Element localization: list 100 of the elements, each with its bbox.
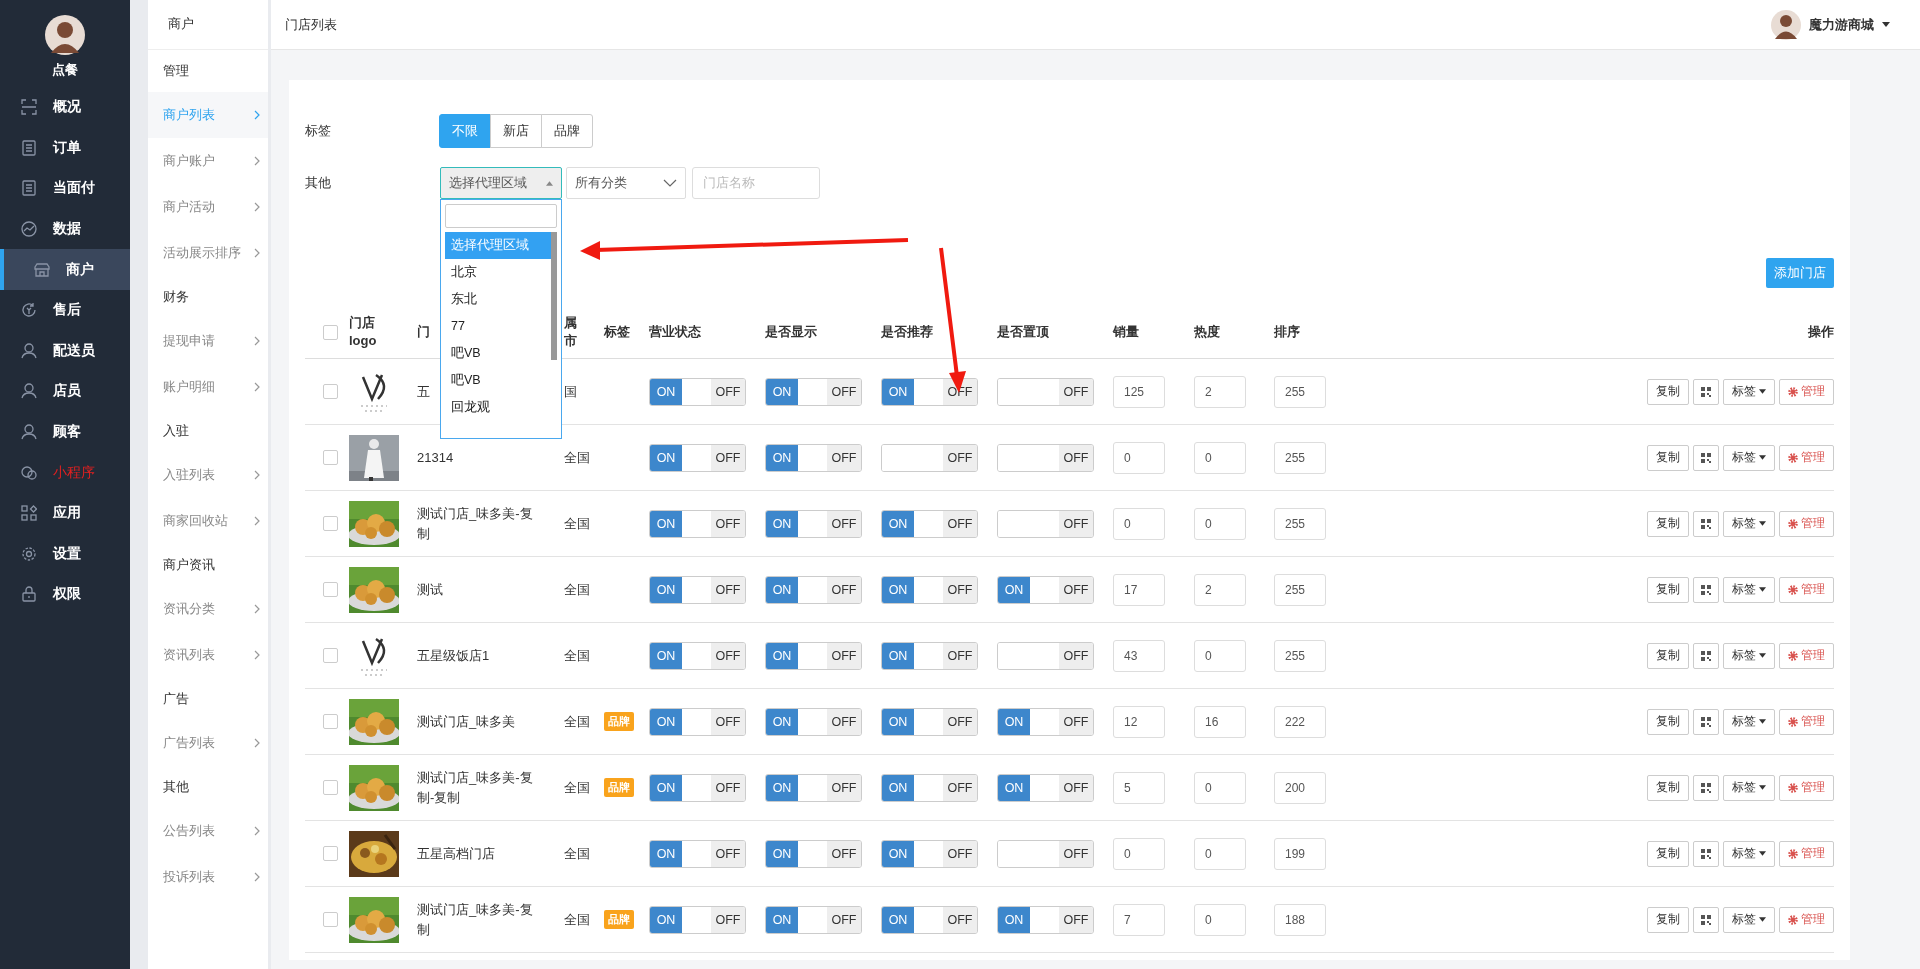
copy-button[interactable]: 复制 bbox=[1647, 510, 1689, 537]
checkbox[interactable] bbox=[323, 780, 338, 795]
sales-field[interactable]: 125 bbox=[1113, 375, 1165, 408]
popularity-field[interactable]: 2 bbox=[1194, 573, 1246, 606]
manage-button[interactable]: 管理 bbox=[1779, 906, 1834, 933]
copy-button[interactable]: 复制 bbox=[1647, 840, 1689, 867]
sort-field[interactable]: 199 bbox=[1274, 837, 1326, 870]
copy-button[interactable]: 复制 bbox=[1647, 774, 1689, 801]
toggle-switch[interactable]: ON OFF bbox=[649, 443, 746, 472]
nav-item[interactable]: 售后 bbox=[0, 289, 130, 331]
toggle-switch[interactable]: ON OFF bbox=[997, 905, 1094, 934]
toggle-switch[interactable]: ON OFF bbox=[881, 839, 978, 868]
tag-dropdown-button[interactable]: 标签 bbox=[1723, 774, 1775, 801]
qr-code-button[interactable] bbox=[1693, 378, 1719, 405]
sort-field[interactable]: 200 bbox=[1274, 771, 1326, 804]
copy-button[interactable]: 复制 bbox=[1647, 906, 1689, 933]
toggle-switch[interactable]: OFF bbox=[997, 509, 1094, 538]
dropdown-option[interactable]: 吧VB bbox=[445, 367, 551, 394]
nav-item[interactable]: 订单 bbox=[0, 127, 130, 169]
manage-button[interactable]: 管理 bbox=[1779, 642, 1834, 669]
tag-dropdown-button[interactable]: 标签 bbox=[1723, 444, 1775, 471]
popularity-field[interactable]: 0 bbox=[1194, 771, 1246, 804]
submenu-item[interactable]: 公告列表 bbox=[148, 808, 268, 854]
toggle-switch[interactable]: OFF bbox=[997, 377, 1094, 406]
toggle-switch[interactable]: ON OFF bbox=[881, 575, 978, 604]
nav-item[interactable]: 应用 bbox=[0, 492, 130, 534]
toggle-switch[interactable]: OFF bbox=[997, 443, 1094, 472]
manage-button[interactable]: 管理 bbox=[1779, 510, 1834, 537]
sales-field[interactable]: 12 bbox=[1113, 705, 1165, 738]
toggle-switch[interactable]: ON OFF bbox=[881, 905, 978, 934]
nav-item[interactable]: 权限 bbox=[0, 574, 130, 615]
toggle-switch[interactable]: ON OFF bbox=[649, 641, 746, 670]
nav-item[interactable]: 当面付 bbox=[0, 168, 130, 209]
sales-field[interactable]: 0 bbox=[1113, 441, 1165, 474]
qr-code-button[interactable] bbox=[1693, 906, 1719, 933]
checkbox[interactable] bbox=[323, 846, 338, 861]
sales-field[interactable]: 0 bbox=[1113, 507, 1165, 540]
toggle-switch[interactable]: ON OFF bbox=[649, 377, 746, 406]
checkbox[interactable] bbox=[323, 582, 338, 597]
submenu-item[interactable]: 商家回收站 bbox=[148, 498, 268, 544]
nav-item[interactable]: 设置 bbox=[0, 533, 130, 575]
toggle-switch[interactable]: ON OFF bbox=[765, 575, 862, 604]
tag-dropdown-button[interactable]: 标签 bbox=[1723, 708, 1775, 735]
toggle-switch[interactable]: ON OFF bbox=[649, 707, 746, 736]
qr-code-button[interactable] bbox=[1693, 510, 1719, 537]
toggle-switch[interactable]: ON OFF bbox=[997, 707, 1094, 736]
popularity-field[interactable]: 0 bbox=[1194, 903, 1246, 936]
toggle-switch[interactable]: OFF bbox=[997, 641, 1094, 670]
toggle-switch[interactable]: OFF bbox=[881, 443, 978, 472]
toggle-switch[interactable]: ON OFF bbox=[765, 641, 862, 670]
checkbox[interactable] bbox=[323, 648, 338, 663]
sales-field[interactable]: 43 bbox=[1113, 639, 1165, 672]
sort-field[interactable]: 255 bbox=[1274, 573, 1326, 606]
toggle-switch[interactable]: ON OFF bbox=[765, 509, 862, 538]
copy-button[interactable]: 复制 bbox=[1647, 708, 1689, 735]
dropdown-option[interactable]: 77 bbox=[445, 313, 551, 340]
toggle-switch[interactable]: ON OFF bbox=[881, 509, 978, 538]
toggle-switch[interactable]: ON OFF bbox=[881, 773, 978, 802]
sort-field[interactable]: 222 bbox=[1274, 705, 1326, 738]
toggle-switch[interactable]: OFF bbox=[997, 839, 1094, 868]
qr-code-button[interactable] bbox=[1693, 708, 1719, 735]
submenu-item[interactable]: 资讯列表 bbox=[148, 632, 268, 678]
tag-dropdown-button[interactable]: 标签 bbox=[1723, 576, 1775, 603]
sort-field[interactable]: 255 bbox=[1274, 507, 1326, 540]
popularity-field[interactable]: 0 bbox=[1194, 837, 1246, 870]
sort-field[interactable]: 255 bbox=[1274, 375, 1326, 408]
submenu-item[interactable]: 投诉列表 bbox=[148, 854, 268, 900]
category-select[interactable]: 所有分类 bbox=[566, 167, 686, 199]
toggle-switch[interactable]: ON OFF bbox=[881, 707, 978, 736]
qr-code-button[interactable] bbox=[1693, 642, 1719, 669]
qr-code-button[interactable] bbox=[1693, 576, 1719, 603]
toggle-switch[interactable]: ON OFF bbox=[765, 905, 862, 934]
toggle-switch[interactable]: ON OFF bbox=[649, 905, 746, 934]
sales-field[interactable]: 0 bbox=[1113, 837, 1165, 870]
nav-item[interactable]: 配送员 bbox=[0, 330, 130, 372]
sort-field[interactable]: 255 bbox=[1274, 639, 1326, 672]
sales-field[interactable]: 7 bbox=[1113, 903, 1165, 936]
submenu-item[interactable]: 商户活动 bbox=[148, 184, 268, 230]
submenu-item[interactable]: 账户明细 bbox=[148, 364, 268, 410]
user-menu[interactable]: 魔力游商城 bbox=[1771, 9, 1890, 40]
manage-button[interactable]: 管理 bbox=[1779, 708, 1834, 735]
checkbox[interactable] bbox=[323, 324, 338, 340]
manage-button[interactable]: 管理 bbox=[1779, 774, 1834, 801]
copy-button[interactable]: 复制 bbox=[1647, 642, 1689, 669]
sort-field[interactable]: 255 bbox=[1274, 441, 1326, 474]
search-field[interactable] bbox=[445, 204, 557, 228]
checkbox[interactable] bbox=[323, 714, 338, 729]
tag-dropdown-button[interactable]: 标签 bbox=[1723, 642, 1775, 669]
checkbox[interactable] bbox=[323, 450, 338, 465]
toggle-switch[interactable]: ON OFF bbox=[765, 443, 862, 472]
toggle-switch[interactable]: ON OFF bbox=[765, 839, 862, 868]
manage-button[interactable]: 管理 bbox=[1779, 576, 1834, 603]
sort-field[interactable]: 188 bbox=[1274, 903, 1326, 936]
toggle-switch[interactable]: ON OFF bbox=[997, 773, 1094, 802]
nav-item[interactable]: 商户 bbox=[0, 249, 130, 290]
toggle-switch[interactable]: ON OFF bbox=[765, 773, 862, 802]
dropdown-option[interactable]: 东北 bbox=[445, 286, 551, 313]
submenu-item[interactable]: 资讯分类 bbox=[148, 586, 268, 632]
submenu-item[interactable]: 入驻列表 bbox=[148, 452, 268, 498]
toggle-switch[interactable]: ON OFF bbox=[765, 377, 862, 406]
